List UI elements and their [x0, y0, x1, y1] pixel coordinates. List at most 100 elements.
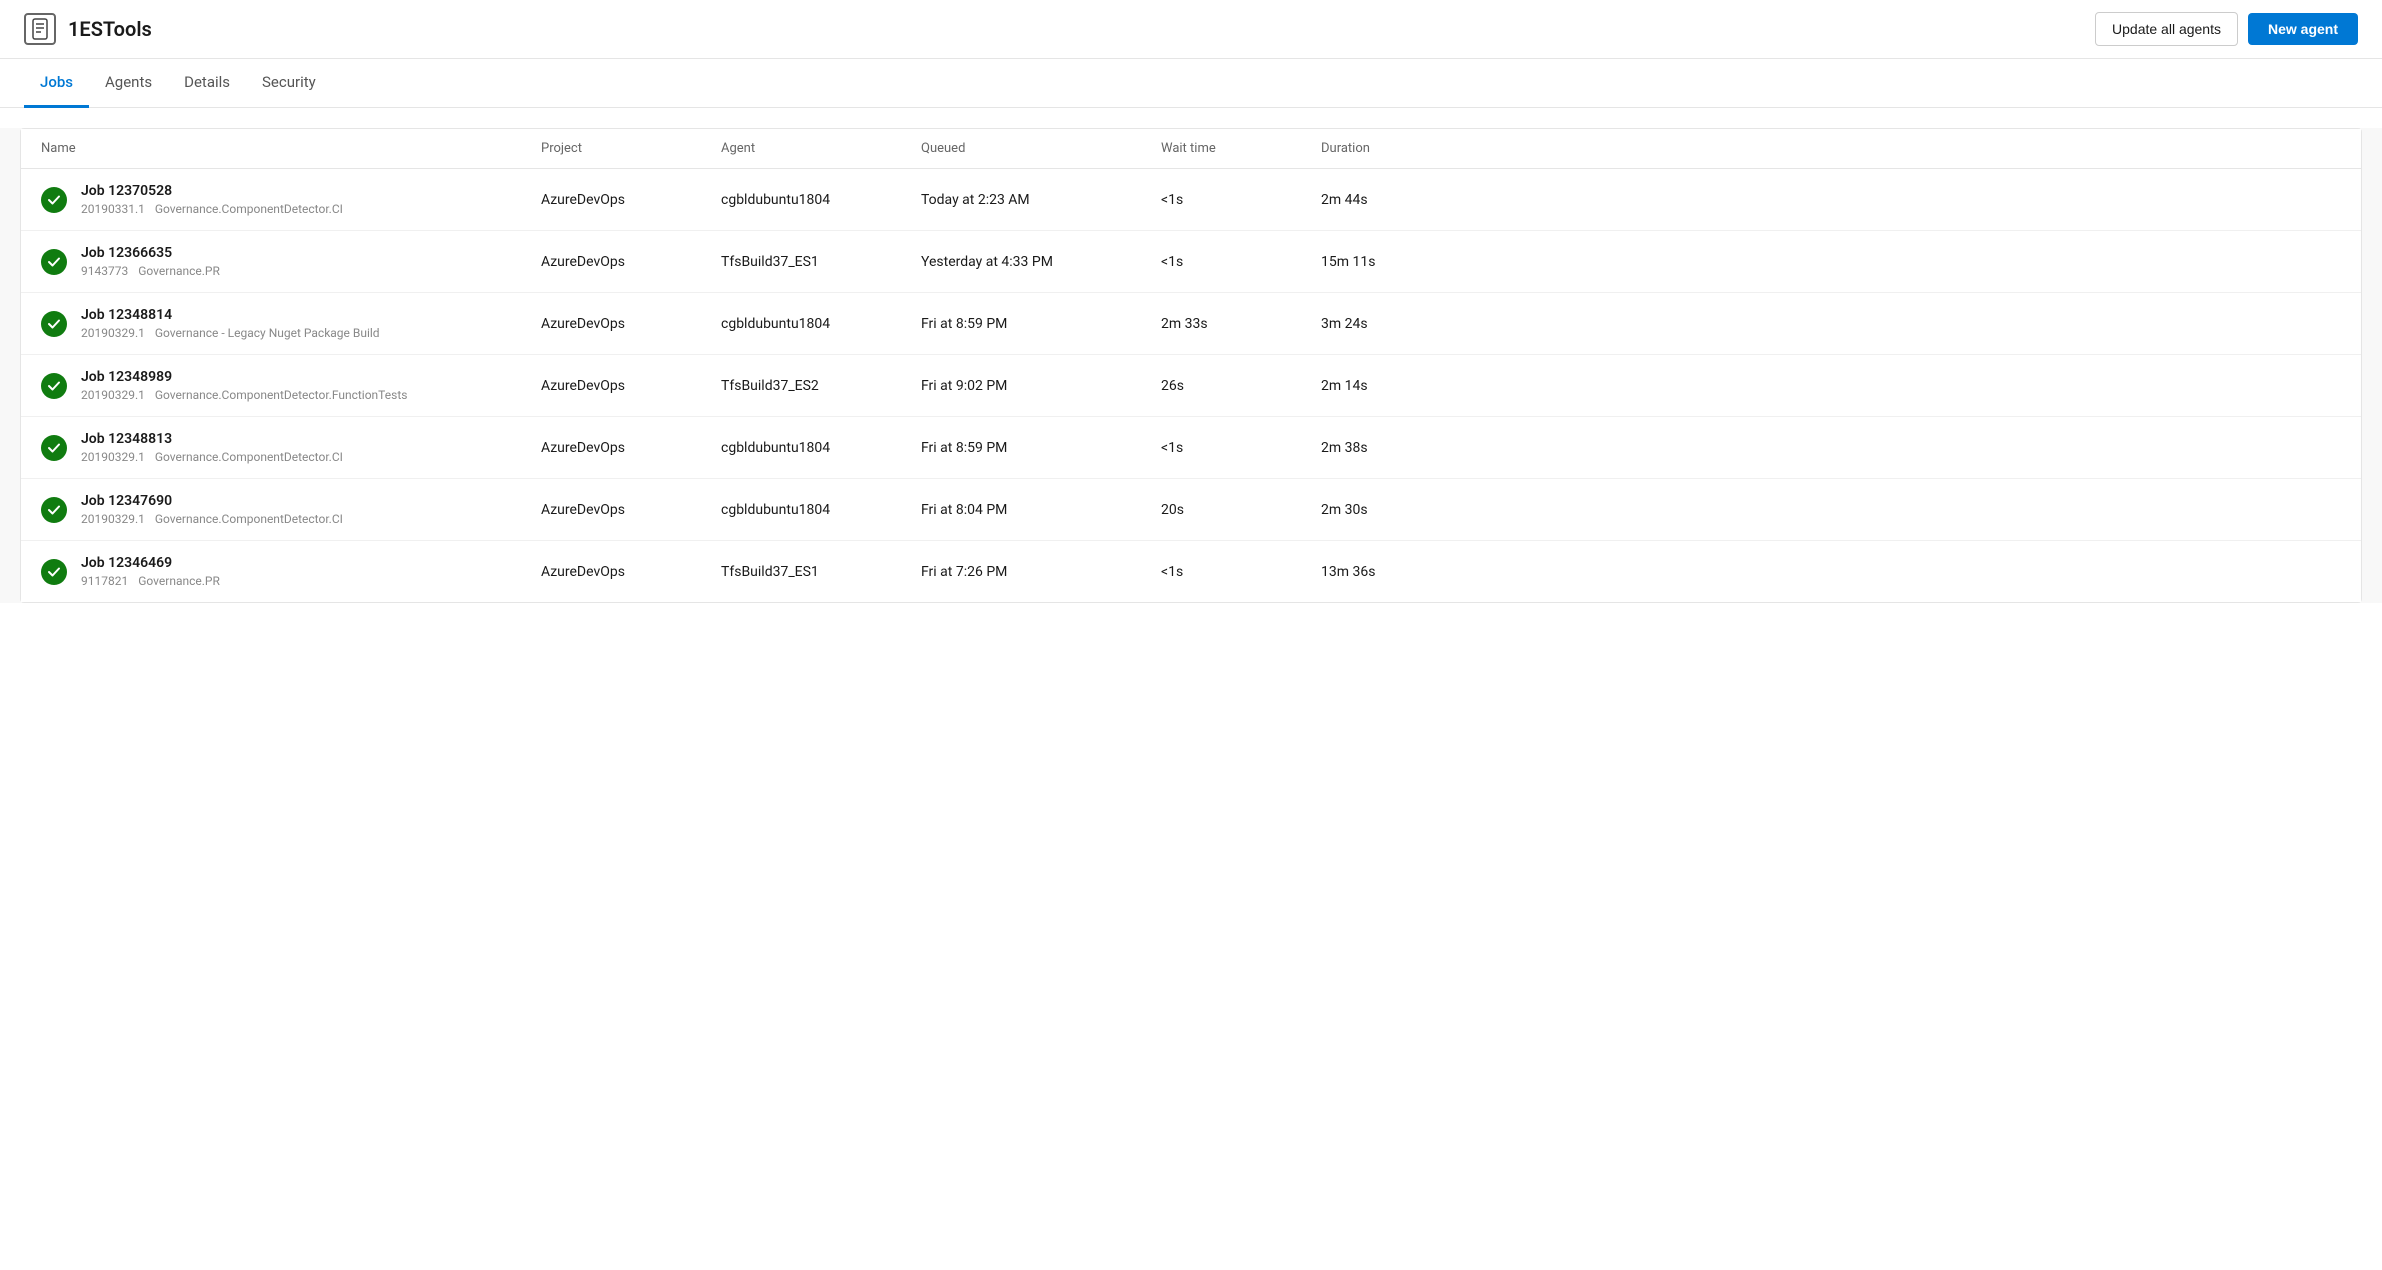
job-id: 9117821 [81, 574, 128, 588]
job-info: Job 12348813 20190329.1 Governance.Compo… [81, 431, 343, 464]
job-wait-time: <1s [1161, 564, 1321, 580]
job-pipeline: Governance - Legacy Nuget Package Build [155, 326, 380, 340]
job-id: 20190329.1 [81, 388, 145, 402]
job-queued: Yesterday at 4:33 PM [921, 254, 1161, 270]
job-pipeline: Governance.ComponentDetector.FunctionTes… [155, 388, 408, 402]
job-pipeline: Governance.PR [138, 264, 220, 278]
job-project: AzureDevOps [541, 502, 721, 518]
job-sub: 20190329.1 Governance.ComponentDetector.… [81, 512, 343, 526]
job-name: Job 12346469 [81, 555, 220, 571]
job-id: 20190329.1 [81, 512, 145, 526]
job-project: AzureDevOps [541, 378, 721, 394]
job-project: AzureDevOps [541, 192, 721, 208]
col-header-name: Name [41, 141, 541, 156]
job-duration: 15m 11s [1321, 254, 1481, 270]
job-project: AzureDevOps [541, 564, 721, 580]
table-row[interactable]: Job 12348813 20190329.1 Governance.Compo… [21, 417, 2361, 479]
app-title: 1ESTools [68, 17, 152, 41]
job-agent: cgbldubuntu1804 [721, 440, 921, 456]
job-id: 20190329.1 [81, 326, 145, 340]
job-pipeline: Governance.ComponentDetector.CI [155, 512, 343, 526]
job-info: Job 12346469 9117821 Governance.PR [81, 555, 220, 588]
job-wait-time: <1s [1161, 254, 1321, 270]
col-header-project: Project [541, 141, 721, 156]
table-row[interactable]: Job 12348814 20190329.1 Governance - Leg… [21, 293, 2361, 355]
job-wait-time: 2m 33s [1161, 316, 1321, 332]
status-success-icon [41, 559, 67, 585]
content: Name Project Agent Queued Wait time Dura… [0, 128, 2382, 603]
job-wait-time: <1s [1161, 440, 1321, 456]
job-sub: 20190329.1 Governance.ComponentDetector.… [81, 450, 343, 464]
job-agent: TfsBuild37_ES1 [721, 254, 921, 270]
job-info: Job 12366635 9143773 Governance.PR [81, 245, 220, 278]
header: 1ESTools Update all agents New agent [0, 0, 2382, 59]
job-duration: 2m 38s [1321, 440, 1481, 456]
app-icon [24, 13, 56, 45]
col-header-duration: Duration [1321, 141, 1481, 156]
job-sub: 20190329.1 Governance - Legacy Nuget Pac… [81, 326, 380, 340]
jobs-table: Name Project Agent Queued Wait time Dura… [20, 128, 2362, 603]
job-duration: 2m 30s [1321, 502, 1481, 518]
job-cell: Job 12348813 20190329.1 Governance.Compo… [41, 431, 541, 464]
table-row[interactable]: Job 12347690 20190329.1 Governance.Compo… [21, 479, 2361, 541]
job-queued: Fri at 8:04 PM [921, 502, 1161, 518]
tab-jobs[interactable]: Jobs [24, 59, 89, 108]
table-header: Name Project Agent Queued Wait time Dura… [21, 129, 2361, 169]
status-success-icon [41, 187, 67, 213]
job-project: AzureDevOps [541, 316, 721, 332]
job-name: Job 12370528 [81, 183, 343, 199]
update-all-agents-button[interactable]: Update all agents [2095, 12, 2238, 46]
job-cell: Job 12370528 20190331.1 Governance.Compo… [41, 183, 541, 216]
job-name: Job 12348813 [81, 431, 343, 447]
job-sub: 20190331.1 Governance.ComponentDetector.… [81, 202, 343, 216]
job-sub: 20190329.1 Governance.ComponentDetector.… [81, 388, 407, 402]
status-success-icon [41, 373, 67, 399]
job-cell: Job 12346469 9117821 Governance.PR [41, 555, 541, 588]
col-header-queued: Queued [921, 141, 1161, 156]
tab-agents[interactable]: Agents [89, 59, 168, 108]
new-agent-button[interactable]: New agent [2248, 13, 2358, 45]
table-row[interactable]: Job 12348989 20190329.1 Governance.Compo… [21, 355, 2361, 417]
tab-security[interactable]: Security [246, 59, 332, 108]
table-body: Job 12370528 20190331.1 Governance.Compo… [21, 169, 2361, 602]
job-sub: 9143773 Governance.PR [81, 264, 220, 278]
job-id: 9143773 [81, 264, 128, 278]
job-project: AzureDevOps [541, 254, 721, 270]
job-agent: cgbldubuntu1804 [721, 502, 921, 518]
job-duration: 13m 36s [1321, 564, 1481, 580]
job-wait-time: <1s [1161, 192, 1321, 208]
status-success-icon [41, 311, 67, 337]
job-project: AzureDevOps [541, 440, 721, 456]
table-row[interactable]: Job 12370528 20190331.1 Governance.Compo… [21, 169, 2361, 231]
job-pipeline: Governance.PR [138, 574, 220, 588]
status-success-icon [41, 435, 67, 461]
job-wait-time: 26s [1161, 378, 1321, 394]
tab-details[interactable]: Details [168, 59, 246, 108]
header-right: Update all agents New agent [2095, 12, 2358, 46]
job-name: Job 12347690 [81, 493, 343, 509]
job-queued: Fri at 9:02 PM [921, 378, 1161, 394]
table-row[interactable]: Job 12346469 9117821 Governance.PR Azure… [21, 541, 2361, 602]
job-cell: Job 12348814 20190329.1 Governance - Leg… [41, 307, 541, 340]
job-cell: Job 12347690 20190329.1 Governance.Compo… [41, 493, 541, 526]
job-queued: Fri at 8:59 PM [921, 316, 1161, 332]
job-cell: Job 12348989 20190329.1 Governance.Compo… [41, 369, 541, 402]
job-duration: 3m 24s [1321, 316, 1481, 332]
header-left: 1ESTools [24, 13, 152, 45]
job-name: Job 12366635 [81, 245, 220, 261]
job-info: Job 12347690 20190329.1 Governance.Compo… [81, 493, 343, 526]
job-agent: TfsBuild37_ES1 [721, 564, 921, 580]
job-agent: TfsBuild37_ES2 [721, 378, 921, 394]
job-agent: cgbldubuntu1804 [721, 192, 921, 208]
job-sub: 9117821 Governance.PR [81, 574, 220, 588]
job-pipeline: Governance.ComponentDetector.CI [155, 450, 343, 464]
job-agent: cgbldubuntu1804 [721, 316, 921, 332]
col-header-wait-time: Wait time [1161, 141, 1321, 156]
job-pipeline: Governance.ComponentDetector.CI [155, 202, 343, 216]
job-name: Job 12348989 [81, 369, 407, 385]
job-queued: Fri at 7:26 PM [921, 564, 1161, 580]
nav-tabs: Jobs Agents Details Security [0, 59, 2382, 108]
job-duration: 2m 14s [1321, 378, 1481, 394]
table-row[interactable]: Job 12366635 9143773 Governance.PR Azure… [21, 231, 2361, 293]
job-cell: Job 12366635 9143773 Governance.PR [41, 245, 541, 278]
